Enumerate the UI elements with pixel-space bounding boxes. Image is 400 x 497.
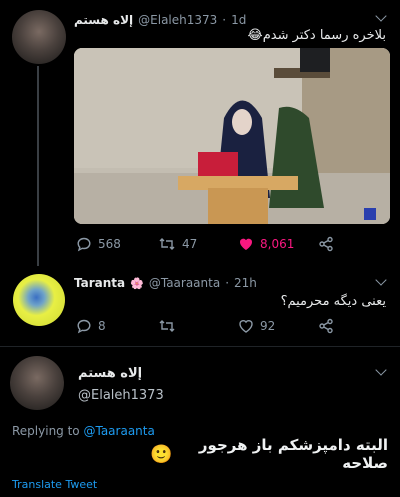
share-button[interactable] [318,236,334,256]
tweet-text: یعنی دیگه محرمیم؟ [280,294,386,309]
timestamp[interactable]: 21h [234,276,257,290]
replying-to-label: Replying to [12,424,80,438]
tweet-body: البته دامپزشکم باز هرجور صلاحه [198,436,388,472]
heart-icon [239,320,253,333]
reply-button[interactable]: 8 [76,318,106,334]
translate-tweet-link[interactable]: Translate Tweet [12,478,97,491]
replying-to-handle[interactable]: @Taaraanta [83,424,154,438]
share-button[interactable] [318,318,334,338]
retweet-count: 47 [182,237,198,251]
separator: · [222,13,227,27]
share-icon [319,236,333,252]
share-icon [319,318,333,334]
tweet-header: إلاه هستم @Elaleh1373 · 1d [74,12,364,28]
avatar[interactable] [12,10,66,64]
like-count: 8,061 [260,237,295,251]
reply-button[interactable]: 568 [76,236,121,252]
reply-icon [77,237,91,252]
display-name[interactable]: Taranta [74,276,125,290]
retweet-icon [159,238,175,250]
tweet-header: Taranta 🌸 @Taaraanta · 21h [74,275,364,291]
chevron-down-icon[interactable] [375,274,387,286]
handle[interactable]: @Elaleh1373 [78,388,164,403]
tweet-media[interactable] [74,48,390,224]
heart-filled-icon [240,238,252,250]
timestamp[interactable]: 1d [231,13,246,27]
retweet-icon [159,320,175,332]
tweet-text: بلاخره رسما دکتر شدم😂 [247,28,386,43]
chevron-down-icon[interactable] [375,10,387,22]
reply-icon [77,319,91,334]
flower-badge-icon: 🌸 [130,276,144,290]
reply-count: 568 [98,237,121,251]
separator: · [225,276,230,290]
divider [0,346,400,347]
retweet-button[interactable]: 47 [158,236,197,252]
display-name[interactable]: إلاه هستم [78,366,142,381]
handle[interactable]: @Taaraanta [149,276,220,290]
media-photo [74,48,390,224]
like-button[interactable]: 8,061 [238,236,294,252]
retweet-button[interactable] [158,318,182,334]
tweet-text: 🙂 البته دامپزشکم باز هرجور صلاحه [150,436,388,472]
handle[interactable]: @Elaleh1373 [138,13,217,27]
thread-line [37,66,39,266]
like-button[interactable]: 92 [238,318,275,334]
display-name[interactable]: إلاه هستم [74,13,133,27]
tweet-emoji: 🙂 [150,443,173,465]
like-count: 92 [260,319,276,333]
avatar[interactable] [13,274,65,326]
chevron-down-icon[interactable] [375,364,387,376]
replying-to: Replying to @Taaraanta [12,424,155,438]
reply-count: 8 [98,319,106,333]
avatar[interactable] [10,356,64,410]
